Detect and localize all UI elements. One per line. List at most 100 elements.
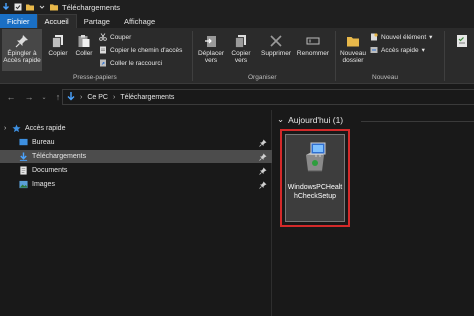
new-folder-button[interactable]: Nouveau dossier: [338, 34, 368, 64]
new-item-icon: [370, 33, 378, 41]
new-folder-icon: [346, 34, 360, 48]
scissors-icon: [99, 33, 107, 41]
ribbon-separator: [335, 31, 336, 81]
title-bar: Téléchargements: [0, 0, 474, 14]
navigation-bar: ← → ⌄ ↑ › Ce PC › Téléchargements: [0, 84, 474, 110]
ribbon-separator: [192, 31, 193, 81]
paste-icon: [77, 34, 91, 48]
installer-package-icon: [297, 141, 333, 177]
delete-x-icon: [269, 34, 283, 48]
customize-qa-icon[interactable]: [38, 3, 46, 11]
download-arrow-icon[interactable]: [2, 3, 10, 11]
breadcrumb-this-pc[interactable]: Ce PC: [87, 94, 108, 101]
breadcrumb-separator-icon[interactable]: ›: [113, 94, 115, 101]
breadcrumb-downloads[interactable]: Téléchargements: [120, 94, 174, 101]
recent-locations-chevron-icon[interactable]: ⌄: [37, 90, 51, 104]
new-item-button[interactable]: Nouvel élément ▾: [370, 32, 432, 42]
copy-path-button[interactable]: Copier le chemin d'accès: [99, 45, 182, 55]
sidebar-item-label: Accès rapide: [25, 125, 66, 132]
copy-to-button[interactable]: Copier vers: [226, 34, 256, 64]
sidebar-item-pictures[interactable]: Images: [0, 178, 272, 191]
paste-label: Coller: [75, 50, 93, 57]
sidebar-item-label: Téléchargements: [32, 153, 87, 160]
sidebar-item-quick-access[interactable]: › Accès rapide: [0, 122, 272, 135]
folder-title-icon: [50, 3, 58, 11]
tab-share[interactable]: Partage: [77, 14, 117, 28]
group-header-label: Aujourd'hui (1): [288, 114, 344, 125]
copy-button[interactable]: Copier: [45, 34, 71, 57]
rename-button[interactable]: Renommer: [295, 34, 331, 57]
paste-shortcut-icon: [99, 59, 107, 67]
move-to-icon: [204, 34, 218, 48]
copy-to-icon: [234, 34, 248, 48]
copy-label: Copier: [48, 50, 68, 57]
paste-button[interactable]: Coller: [71, 34, 97, 57]
easy-access-label: Accès rapide: [381, 46, 419, 54]
sidebar-item-label: Documents: [32, 167, 68, 174]
pin-icon: [15, 34, 29, 48]
star-icon: [12, 124, 21, 133]
copy-path-label: Copier le chemin d'accès: [110, 46, 183, 54]
file-list-pane: ⌄ Aujourd'hui (1) WindowsPCHealthCheckSe…: [273, 110, 474, 316]
ribbon: Épingler à Accès rapide Copier Coller Co…: [0, 28, 474, 84]
delete-button[interactable]: Supprimer: [259, 34, 293, 57]
new-folder-qa-icon[interactable]: [26, 3, 34, 11]
organize-group-label: Organiser: [248, 74, 277, 81]
copy-icon: [51, 34, 65, 48]
sidebar-item-label: Images: [32, 181, 55, 188]
group-divider: [361, 121, 474, 122]
group-header-today[interactable]: ⌄ Aujourd'hui (1): [277, 114, 343, 125]
breadcrumb-separator-icon[interactable]: ›: [80, 94, 82, 101]
easy-access-icon: [370, 46, 378, 54]
address-bar[interactable]: › Ce PC › Téléchargements: [62, 89, 474, 105]
file-name: WindowsPCHealthCheckSetup: [287, 184, 343, 200]
tab-view[interactable]: Affichage: [117, 14, 162, 28]
back-arrow-icon[interactable]: ←: [4, 90, 18, 104]
navigation-pane: › Accès rapide Bureau Téléchargements Do…: [0, 110, 272, 316]
sidebar-item-label: Bureau: [32, 139, 55, 146]
pin-label: Épingler à Accès rapide: [3, 50, 41, 64]
collapse-chevron-icon[interactable]: ⌄: [277, 114, 284, 125]
new-folder-label: Nouveau dossier: [339, 50, 367, 64]
file-highlight-box: WindowsPCHealthCheckSetup: [280, 129, 350, 227]
move-to-button[interactable]: Déplacer vers: [196, 34, 226, 64]
downloads-icon: [19, 152, 28, 161]
sidebar-item-documents[interactable]: Documents: [0, 164, 272, 177]
dropdown-arrow-icon: ▾: [421, 47, 425, 54]
pictures-icon: [19, 180, 28, 189]
copy-to-label: Copier vers: [231, 50, 251, 64]
cut-button[interactable]: Couper: [99, 32, 131, 42]
desktop-icon: [19, 138, 28, 147]
properties-button[interactable]: [452, 34, 472, 50]
sidebar-item-desktop[interactable]: Bureau: [0, 136, 272, 149]
ribbon-separator: [444, 31, 445, 81]
properties-icon[interactable]: [14, 3, 22, 11]
dropdown-arrow-icon: ▾: [429, 34, 433, 41]
tab-file[interactable]: Fichier: [0, 14, 37, 28]
paste-shortcut-label: Coller le raccourci: [110, 59, 163, 67]
ribbon-tabs: Fichier Accueil Partage Affichage: [0, 14, 474, 28]
file-item[interactable]: WindowsPCHealthCheckSetup: [285, 134, 345, 222]
paste-shortcut-button[interactable]: Coller le raccourci: [99, 58, 162, 68]
tab-home[interactable]: Accueil: [36, 14, 77, 28]
rename-label: Renommer: [296, 50, 330, 57]
cut-label: Couper: [110, 33, 132, 41]
delete-label: Supprimer: [261, 50, 291, 57]
new-group-label: Nouveau: [372, 74, 399, 81]
quick-access-toolbar: [0, 3, 58, 11]
expand-chevron-icon[interactable]: ›: [4, 125, 12, 132]
pin-icon: [259, 138, 267, 147]
properties-checklist-icon: [455, 34, 469, 48]
window-title: Téléchargements: [62, 2, 120, 12]
pin-icon: [259, 152, 267, 161]
sidebar-item-downloads[interactable]: Téléchargements: [0, 150, 272, 163]
easy-access-button[interactable]: Accès rapide ▾: [370, 45, 425, 55]
move-to-label: Déplacer vers: [197, 50, 224, 64]
copy-path-icon: [99, 46, 107, 54]
clipboard-group-label: Presse-papiers: [73, 74, 117, 81]
downloads-location-icon: [67, 91, 75, 103]
forward-arrow-icon[interactable]: →: [22, 90, 36, 104]
pin-icon: [259, 180, 267, 189]
documents-icon: [19, 166, 28, 175]
pin-to-quick-access-button[interactable]: Épingler à Accès rapide: [3, 34, 41, 64]
